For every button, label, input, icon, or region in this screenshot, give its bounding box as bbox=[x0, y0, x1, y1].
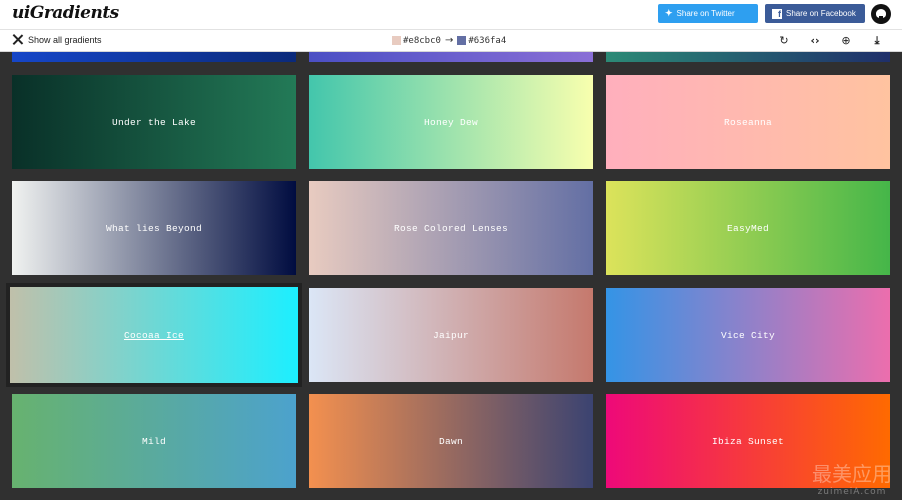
gradient-name: Cocoaa Ice bbox=[123, 329, 184, 341]
gradient-card[interactable]: Vice City bbox=[606, 288, 890, 382]
gradient-name: Dawn bbox=[438, 435, 463, 447]
gradient-name: Jaipur bbox=[432, 329, 469, 341]
gradient-card[interactable]: EasyMed bbox=[606, 181, 890, 275]
gradient-name: Rose Colored Lenses bbox=[393, 222, 509, 234]
share-facebook-button[interactable]: f Share on Facebook bbox=[765, 4, 865, 23]
twitter-icon: ✦ bbox=[665, 8, 673, 18]
gradient-name: Mild bbox=[141, 435, 166, 447]
gradient-name: Ibiza Sunset bbox=[711, 435, 784, 447]
gradient-card[interactable]: Honey Dew bbox=[309, 75, 593, 169]
gradient-card[interactable]: Mild bbox=[12, 394, 296, 488]
gradient-card[interactable]: Dawn bbox=[309, 394, 593, 488]
current-gradient-colors: #e8cbc0 → #636fa4 bbox=[392, 35, 506, 46]
share-twitter-button[interactable]: ✦ Share on Twitter bbox=[658, 4, 758, 23]
watermark-en: zuimeiA.com bbox=[817, 487, 887, 497]
download-icon[interactable]: ⤓ bbox=[870, 34, 884, 48]
close-icon bbox=[12, 34, 23, 45]
color-swatch-to[interactable] bbox=[457, 36, 467, 45]
gradient-name: Honey Dew bbox=[423, 116, 478, 128]
share-facebook-label: Share on Facebook bbox=[786, 9, 856, 18]
show-all-label: Show all gradients bbox=[28, 34, 102, 45]
gradient-toolbar: Show all gradients #e8cbc0 → #636fa4 ↻ ‹… bbox=[0, 29, 902, 52]
top-header: uiGradients ✦ Share on Twitter f Share o… bbox=[0, 0, 902, 29]
gradient-card[interactable]: What lies Beyond bbox=[12, 181, 296, 275]
gradient-name: EasyMed bbox=[726, 222, 769, 234]
github-icon[interactable] bbox=[871, 4, 891, 24]
gradient-card-partial[interactable] bbox=[606, 52, 890, 62]
gradient-name: What lies Beyond bbox=[105, 222, 202, 234]
color-swatch-from[interactable] bbox=[392, 36, 401, 45]
gradient-card-partial[interactable] bbox=[309, 52, 593, 62]
show-all-gradients-button[interactable]: Show all gradients bbox=[12, 34, 102, 45]
gradient-card[interactable]: Jaipur bbox=[309, 288, 593, 382]
gradient-card[interactable]: Cocoaa Ice bbox=[10, 287, 298, 383]
watermark: 最美应用 zuimeiA.com bbox=[812, 458, 892, 497]
code-icon[interactable]: ‹› bbox=[808, 34, 822, 48]
color-to-hex[interactable]: #636fa4 bbox=[468, 36, 506, 46]
rotate-icon[interactable]: ↻ bbox=[777, 34, 791, 48]
gradient-card[interactable]: Rose Colored Lenses bbox=[309, 181, 593, 275]
color-from-hex[interactable]: #e8cbc0 bbox=[403, 36, 441, 46]
logo[interactable]: uiGradients bbox=[12, 3, 119, 23]
gradient-name: Vice City bbox=[720, 329, 775, 341]
share-twitter-label: Share on Twitter bbox=[676, 9, 735, 18]
gradient-card[interactable]: Under the Lake bbox=[12, 75, 296, 169]
gradient-name: Roseanna bbox=[723, 116, 772, 128]
facebook-icon: f bbox=[772, 8, 782, 19]
arrow-right-icon: → bbox=[444, 35, 454, 46]
gradient-card-partial[interactable] bbox=[12, 52, 296, 62]
gradient-name: Under the Lake bbox=[111, 116, 196, 128]
add-icon[interactable]: ⊕ bbox=[839, 34, 853, 48]
gradient-card[interactable]: Roseanna bbox=[606, 75, 890, 169]
gradient-grid: Under the Lake Honey Dew Roseanna What lies… bbox=[0, 52, 902, 500]
watermark-cn: 最美应用 bbox=[812, 462, 892, 486]
